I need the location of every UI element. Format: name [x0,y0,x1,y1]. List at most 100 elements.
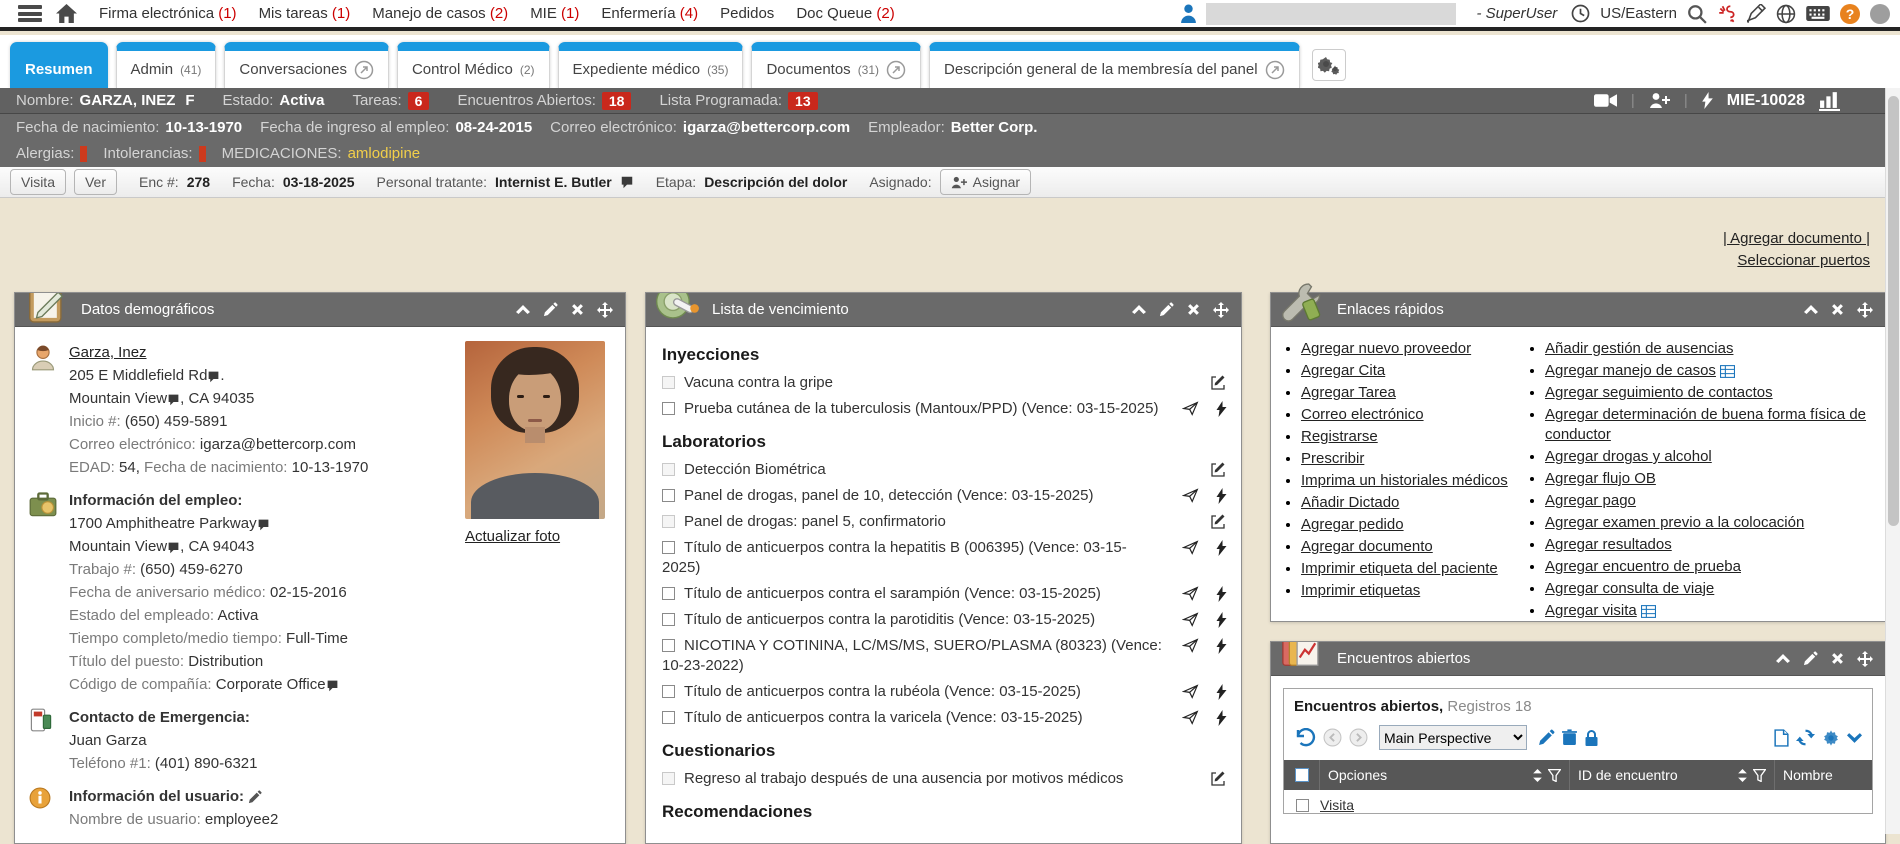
quick-order-bolt-icon[interactable] [1216,612,1227,628]
tab-resumen[interactable]: Resumen [10,42,108,88]
intolerances-flag[interactable] [199,146,206,162]
quick-link[interactable]: Agregar flujo OB [1545,470,1656,487]
close-panel-icon[interactable] [1187,303,1200,316]
quick-link[interactable]: Agregar visita [1545,602,1637,619]
chart-stats-icon[interactable] [1819,91,1840,111]
refresh-icon[interactable] [1796,728,1815,747]
quick-link[interactable]: Agregar consulta de viaje [1545,580,1714,597]
add-person-icon[interactable] [1649,92,1670,109]
help-icon[interactable]: ? [1840,4,1860,24]
quick-link[interactable]: Agregar resultados [1545,536,1672,553]
item-checkbox[interactable] [662,376,675,389]
filter-icon[interactable] [1548,769,1561,782]
medications-value[interactable]: amlodipine [348,145,421,162]
popout-icon[interactable] [354,60,374,80]
item-checkbox[interactable] [662,402,675,415]
send-order-icon[interactable] [1182,683,1199,700]
item-checkbox[interactable] [662,587,675,600]
move-panel-icon[interactable] [1213,302,1229,318]
scrollbar-thumb[interactable] [1888,96,1899,526]
open-encounters-badge[interactable]: 18 [602,92,632,110]
column-header-encounter-id[interactable]: ID de encuentro [1578,767,1678,783]
close-panel-icon[interactable] [1831,652,1844,665]
quick-order-bolt-icon[interactable] [1216,710,1227,726]
delete-perspective-icon[interactable] [1562,729,1577,746]
comment-bubble-icon[interactable] [620,175,634,189]
tab[interactable]: Control Médico (2) [397,42,550,88]
item-checkbox[interactable] [662,711,675,724]
tab[interactable]: Expediente médico (35) [558,42,744,88]
item-checkbox[interactable] [662,541,675,554]
top-menu-item[interactable]: Mis tareas (1) [259,5,351,22]
visit-row-link[interactable]: Visita [1320,797,1354,813]
filter-icon[interactable] [1753,769,1766,782]
item-checkbox[interactable] [662,463,675,476]
pen-icon[interactable] [1747,4,1766,23]
close-panel-icon[interactable] [571,303,584,316]
edit-form-icon[interactable] [1209,513,1227,531]
popout-icon[interactable] [886,60,906,80]
chevron-down-icon[interactable] [1847,733,1862,743]
edit-form-icon[interactable] [1209,374,1227,392]
next-page-icon[interactable] [1349,728,1368,747]
send-order-icon[interactable] [1182,611,1199,628]
quick-order-bolt-icon[interactable] [1216,586,1227,602]
send-order-icon[interactable] [1182,637,1199,654]
quick-order-bolt-icon[interactable] [1216,401,1227,417]
quick-link[interactable]: Agregar Tarea [1301,384,1396,401]
quick-order-bolt-icon[interactable] [1216,638,1227,654]
quick-link[interactable]: Imprimir etiqueta del paciente [1301,560,1498,577]
item-checkbox[interactable] [662,685,675,698]
quick-link[interactable]: Agregar pago [1545,492,1636,509]
quick-link[interactable]: Registrarse [1301,428,1378,445]
collapse-icon[interactable] [1804,305,1818,314]
edit-panel-icon[interactable] [1159,302,1174,317]
quick-link[interactable]: Agregar pedido [1301,516,1404,533]
quick-link[interactable]: Agregar drogas y alcohol [1545,448,1712,465]
quick-link[interactable]: Agregar examen previo a la colocación [1545,514,1804,531]
quick-order-bolt-icon[interactable] [1216,684,1227,700]
undo-icon[interactable] [1294,728,1316,748]
tab[interactable]: Documentos (31) [751,42,921,88]
top-menu-item[interactable]: MIE (1) [530,5,579,22]
edit-pencil-icon[interactable] [248,790,262,804]
send-order-icon[interactable] [1182,709,1199,726]
move-panel-icon[interactable] [1857,302,1873,318]
send-order-icon[interactable] [1182,400,1199,417]
item-checkbox[interactable] [662,613,675,626]
quick-link[interactable]: Agregar manejo de casos [1545,362,1716,379]
grid-settings-icon[interactable] [1822,729,1840,747]
new-document-icon[interactable] [1774,729,1789,747]
close-panel-icon[interactable] [1831,303,1844,316]
quick-link[interactable]: Prescribir [1301,450,1364,467]
prev-page-icon[interactable] [1323,728,1342,747]
popout-icon[interactable] [1265,60,1285,80]
edit-form-icon[interactable] [1209,770,1227,788]
column-header-name[interactable]: Nombre [1783,767,1833,783]
quick-link[interactable]: Correo electrónico [1301,406,1424,423]
edit-form-icon[interactable] [1209,461,1227,479]
select-ports-link[interactable]: Seleccionar puertos [1723,250,1870,272]
top-menu-item[interactable]: Doc Queue (2) [796,5,894,22]
move-panel-icon[interactable] [1857,651,1873,667]
item-checkbox[interactable] [662,772,675,785]
tasks-badge[interactable]: 6 [408,92,430,110]
comment-bubble-icon[interactable] [257,518,270,531]
column-header-options[interactable]: Opciones [1328,767,1387,783]
send-order-icon[interactable] [1182,539,1199,556]
row-checkbox[interactable] [1296,799,1309,812]
quick-link[interactable]: Añadir gestión de ausencias [1545,340,1733,357]
comment-bubble-icon[interactable] [326,679,339,692]
quick-link[interactable]: Agregar Cita [1301,362,1385,379]
visit-button[interactable]: Visita [10,169,66,195]
collapse-icon[interactable] [1776,654,1790,663]
tab-settings-button[interactable] [1312,49,1346,81]
assign-button[interactable]: Asignar [940,169,1031,195]
tab[interactable]: Admin (41) [116,42,217,88]
quick-link[interactable]: Agregar seguimiento de contactos [1545,384,1773,401]
send-order-icon[interactable] [1182,487,1199,504]
item-checkbox[interactable] [662,639,675,652]
tab[interactable]: Conversaciones [224,42,389,88]
top-menu-item[interactable]: Enfermería (4) [601,5,698,22]
quick-order-bolt-icon[interactable] [1216,488,1227,504]
